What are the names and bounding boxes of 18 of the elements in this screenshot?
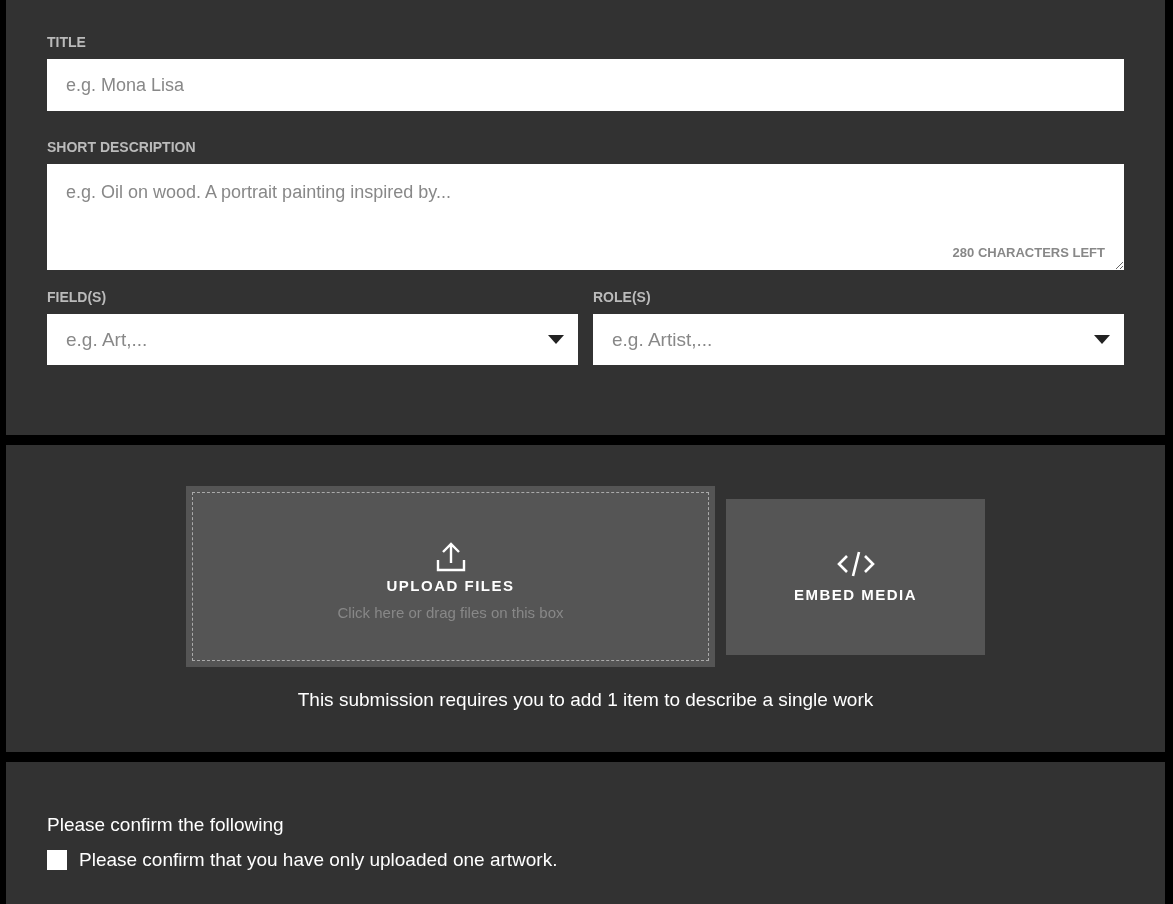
characters-left-counter: 280 CHARACTERS LEFT [952, 245, 1105, 260]
requirement-text: This submission requires you to add 1 item to describe a single work [297, 689, 874, 711]
caret-icon [1094, 335, 1110, 344]
dropdown-field[interactable]: e.g. Artist,... [593, 314, 1124, 365]
dropdown-label: ROLE(S) [593, 289, 652, 307]
upload-files-title: UPLOAD FILES [386, 576, 515, 594]
code-icon [835, 550, 876, 578]
dropdown-field[interactable]: e.g. Art,... [47, 314, 578, 365]
caret-icon [548, 335, 564, 344]
short-description-label: SHORT DESCRIPTION [47, 139, 197, 157]
upload-icon [434, 540, 467, 573]
title-label: TITLE [47, 34, 87, 52]
embed-media-button[interactable]: EMBED MEDIA [726, 498, 985, 655]
title-input[interactable]: e.g. Mona Lisa [47, 59, 1124, 111]
checkbox-label: Please confirm that you have only uploaded one artwork. [79, 849, 558, 871]
dropdown-label: FIELD(S) [47, 289, 108, 307]
confirm-heading: Please confirm the following [47, 814, 285, 836]
checkbox[interactable] [47, 850, 67, 870]
